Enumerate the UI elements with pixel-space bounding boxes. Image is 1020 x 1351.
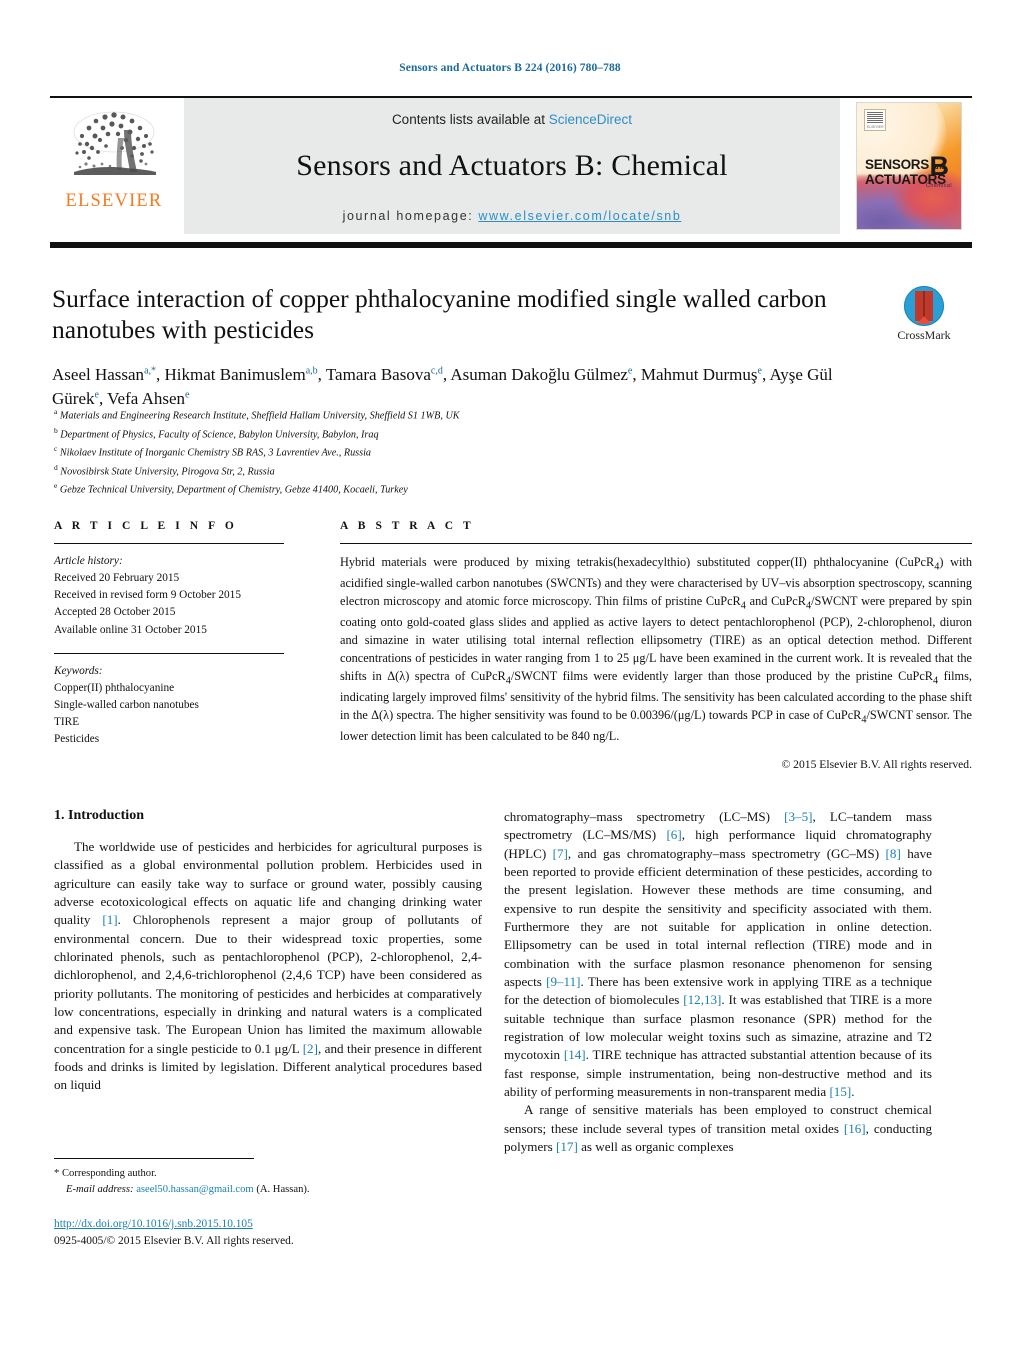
crossmark-icon xyxy=(904,286,944,326)
keyword-item: Single-walled carbon nanotubes xyxy=(54,699,199,712)
body-column-right: chromatography–mass spectrometry (LC–MS)… xyxy=(504,808,932,1156)
journal-masthead: ELSEVIER Contents lists available at Sci… xyxy=(50,96,972,248)
article-info-heading: A R T I C L E I N F O xyxy=(54,520,238,532)
intro-paragraph-1: The worldwide use of pesticides and herb… xyxy=(54,839,483,1093)
cover-elsevier-mini-icon: ELSEVIER xyxy=(864,109,886,131)
journal-cover-art: ELSEVIER SENSORS and ACTUATORS B Chemica… xyxy=(856,102,962,230)
article-history-item: Available online 31 October 2015 xyxy=(54,623,207,636)
email-link[interactable]: aseel50.hassan@gmail.com xyxy=(136,1184,253,1195)
email-suffix: (A. Hassan). xyxy=(256,1183,310,1195)
intro-paragraph-2: A range of sensitive materials has been … xyxy=(504,1102,932,1154)
affiliation-marker: d xyxy=(54,462,58,472)
body-column-left: 1. Introduction The worldwide use of pes… xyxy=(54,808,482,1095)
contents-prefix: Contents lists available at xyxy=(391,112,549,127)
sciencedirect-link[interactable]: ScienceDirect xyxy=(549,112,632,127)
journal-homepage-link[interactable]: www.elsevier.com/locate/snb xyxy=(478,209,681,223)
keyword-item: TIRE xyxy=(54,716,80,729)
article-history-block: Article history: Received 20 February 20… xyxy=(54,553,284,639)
journal-article-page: Sensors and Actuators B 224 (2016) 780–7… xyxy=(0,0,1020,1351)
affiliation-item: b Department of Physics, Faculty of Scie… xyxy=(54,425,379,440)
article-history-item: Received in revised form 9 October 2015 xyxy=(54,589,241,602)
keyword-item: Pesticides xyxy=(54,733,100,746)
cover-subtitle: Chemical xyxy=(925,183,952,189)
affiliation-item: a Materials and Engineering Research Ins… xyxy=(54,407,460,422)
article-info-column: A R T I C L E I N F O Article history: R… xyxy=(54,520,284,749)
corresponding-label: Corresponding author. xyxy=(61,1168,157,1179)
abstract-text: Hybrid materials were produced by mixing… xyxy=(340,555,972,744)
affiliation-marker: b xyxy=(54,425,58,435)
masthead-center: Contents lists available at ScienceDirec… xyxy=(184,98,840,234)
contents-list-line: Contents lists available at ScienceDirec… xyxy=(392,112,632,127)
keyword-item: Copper(II) phthalocyanine xyxy=(54,681,175,694)
affiliation-marker: a xyxy=(54,407,58,416)
corresponding-marker: * xyxy=(54,1168,60,1179)
running-head: Sensors and Actuators B 224 (2016) 780–7… xyxy=(399,62,621,74)
article-history-item: Accepted 28 October 2015 xyxy=(54,606,176,619)
article-history-item: Received 20 February 2015 xyxy=(54,572,180,585)
cover-line1: SENSORS xyxy=(865,157,929,172)
page-title: Surface interaction of copper phthalocya… xyxy=(52,284,827,345)
homepage-label: journal homepage: xyxy=(342,209,474,223)
keyword-items: Copper(II) phthalocyanine Single-walled c… xyxy=(54,680,284,749)
journal-homepage-line: journal homepage: www.elsevier.com/locat… xyxy=(343,209,682,223)
abstract-rule xyxy=(340,543,972,544)
corresponding-author-line: * Corresponding author. xyxy=(54,1166,484,1182)
elsevier-tree-icon xyxy=(73,111,156,175)
affiliation-marker: e xyxy=(54,481,58,490)
keywords-block: Keywords: Copper(II) phthalocyanine Singl… xyxy=(54,663,284,749)
keywords-rule xyxy=(54,652,284,654)
elsevier-logo: ELSEVIER xyxy=(50,98,178,234)
affiliation-item: d Novosibirsk State University, Pirogova… xyxy=(54,462,275,477)
abstract-copyright: © 2015 Elsevier B.V. All rights reserved… xyxy=(781,758,972,772)
journal-cover-thumbnail: ELSEVIER SENSORS and ACTUATORS B Chemica… xyxy=(846,98,972,234)
crossmark-badge[interactable]: CrossMark xyxy=(876,286,972,343)
affiliation-item: e Gebze Technical University, Department… xyxy=(54,481,408,496)
title-block: Surface interaction of copper phthalocya… xyxy=(52,283,842,411)
article-info-rule xyxy=(54,543,284,544)
intro-paragraph-1-cont: chromatography–mass spectrometry (LC–MS)… xyxy=(504,809,933,1099)
email-label: E-mail address: xyxy=(66,1183,134,1195)
affiliation-list: a Materials and Engineering Research Ins… xyxy=(54,406,754,499)
affiliation-marker: c xyxy=(54,444,58,453)
elsevier-wordmark: ELSEVIER xyxy=(65,191,163,211)
doi-block: http://dx.doi.org/10.1016/j.snb.2015.10.… xyxy=(54,1216,484,1249)
author-list: Aseel Hassana,*, Hikmat Banimuslema,b, T… xyxy=(52,365,833,409)
abstract-column: A B S T R A C T Hybrid materials were pr… xyxy=(340,520,972,771)
keywords-label: Keywords: xyxy=(54,664,103,677)
corresponding-author-note: * Corresponding author. E-mail address: … xyxy=(54,1166,484,1198)
doi-link[interactable]: http://dx.doi.org/10.1016/j.snb.2015.10.… xyxy=(54,1218,253,1230)
issn-copyright-line: 0925-4005/© 2015 Elsevier B.V. All right… xyxy=(54,1234,294,1247)
affiliation-item: c Nikolaev Institute of Inorganic Chemis… xyxy=(54,444,372,459)
email-line: E-mail address: aseel50.hassan@gmail.com… xyxy=(54,1182,484,1198)
article-history-items: Received 20 February 2015 Received in rev… xyxy=(54,570,284,639)
footnote-rule xyxy=(54,1158,254,1159)
article-history-label: Article history: xyxy=(54,555,123,567)
abstract-heading: A B S T R A C T xyxy=(340,520,475,532)
section-title-introduction: 1. Introduction xyxy=(54,808,144,823)
crossmark-label: CrossMark xyxy=(897,328,951,342)
cover-series-letter: B xyxy=(929,151,950,181)
journal-title: Sensors and Actuators B: Chemical xyxy=(296,149,728,182)
